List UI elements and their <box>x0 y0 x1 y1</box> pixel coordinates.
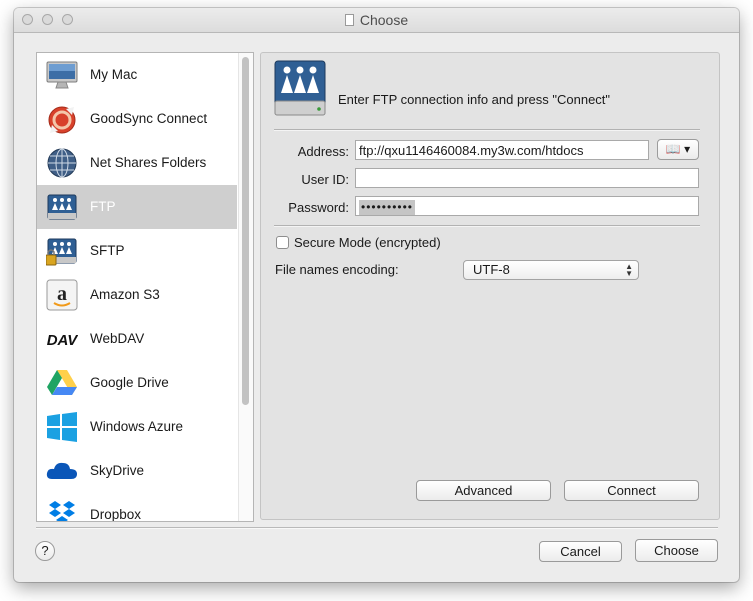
secure-mode-checkbox[interactable] <box>276 236 289 249</box>
sidebar-item-dropbox[interactable]: Dropbox <box>37 493 237 522</box>
google-drive-icon <box>46 367 78 399</box>
dropbox-icon <box>46 499 78 521</box>
ftp-drive-icon <box>273 59 327 120</box>
book-icon: 📖 <box>665 142 681 156</box>
sidebar-item-sftp[interactable]: SFTP <box>37 229 237 273</box>
sidebar-item-my-mac[interactable]: My Mac <box>37 53 237 97</box>
sidebar-scroll-thumb[interactable] <box>242 57 249 405</box>
choose-window: Choose My Mac GoodSync Connect Net Share… <box>14 8 739 582</box>
password-field[interactable]: •••••••••• <box>355 196 699 216</box>
advanced-button[interactable]: Advanced <box>416 480 551 501</box>
ftp-settings-panel: Enter FTP connection info and press "Con… <box>260 52 720 520</box>
encoding-value: UTF-8 <box>473 262 510 277</box>
network-globe-icon <box>46 147 78 179</box>
userid-field[interactable] <box>355 168 699 188</box>
svg-text:a: a <box>57 283 67 305</box>
sftp-drive-icon <box>45 235 78 267</box>
sidebar-item-label: Dropbox <box>90 507 142 522</box>
password-dots: •••••••••• <box>359 200 416 215</box>
sidebar-item-label: Google Drive <box>90 375 169 390</box>
address-label: Address: <box>297 144 349 159</box>
sidebar-item-label: Net Shares Folders <box>90 155 207 170</box>
encoding-label: File names encoding: <box>275 262 399 277</box>
windows-icon <box>46 411 78 443</box>
choose-button[interactable]: Choose <box>635 539 718 562</box>
userid-label: User ID: <box>301 172 349 187</box>
encoding-select[interactable]: UTF-8 ▲ ▼ <box>463 260 639 280</box>
goodsync-icon <box>46 103 78 135</box>
window-title-text: Choose <box>359 12 409 28</box>
sidebar-item-label: Windows Azure <box>90 419 184 434</box>
footer-separator <box>36 527 718 529</box>
sidebar-item-label: FTP <box>90 199 116 214</box>
sidebar-item-label: SkyDrive <box>90 463 145 478</box>
imac-icon <box>46 59 78 91</box>
sidebar-item-label: Amazon S3 <box>90 287 160 302</box>
ftp-drive-icon <box>46 191 78 223</box>
password-label: Password: <box>288 200 349 215</box>
window-title: Choose <box>14 12 739 28</box>
cancel-button[interactable]: Cancel <box>539 541 622 562</box>
select-arrows-icon: ▲ ▼ <box>625 262 633 278</box>
sidebar-item-amazon-s3[interactable]: a Amazon S3 <box>37 273 237 317</box>
skydrive-cloud-icon <box>46 455 78 487</box>
sidebar-item-label: SFTP <box>90 243 125 258</box>
sidebar-item-windows-azure[interactable]: Windows Azure <box>37 405 237 449</box>
bookmarks-button[interactable]: 📖 ▾ <box>657 139 699 160</box>
document-icon <box>344 14 354 26</box>
svg-text:DAV: DAV <box>47 332 78 349</box>
sidebar-item-webdav[interactable]: DAV WebDAV <box>37 317 237 361</box>
help-button[interactable]: ? <box>35 541 55 561</box>
connect-button[interactable]: Connect <box>564 480 699 501</box>
address-field[interactable]: ftp://qxu1146460084.my3w.com/htdocs <box>355 140 649 160</box>
title-bar: Choose <box>14 8 739 33</box>
sidebar-item-google-drive[interactable]: Google Drive <box>37 361 237 405</box>
amazon-icon: a <box>46 279 78 311</box>
location-list: My Mac GoodSync Connect Net Shares Folde… <box>36 52 254 522</box>
sidebar-item-label: GoodSync Connect <box>90 111 208 126</box>
separator <box>274 225 700 227</box>
chevron-down-icon: ▾ <box>684 142 691 156</box>
sidebar-item-skydrive[interactable]: SkyDrive <box>37 449 237 493</box>
sidebar-item-goodsync-connect[interactable]: GoodSync Connect <box>37 97 237 141</box>
sidebar-item-ftp[interactable]: FTP <box>37 185 237 229</box>
secure-mode-label[interactable]: Secure Mode (encrypted) <box>294 235 441 250</box>
separator <box>274 129 700 131</box>
sidebar-item-net-shares-folders[interactable]: Net Shares Folders <box>37 141 237 185</box>
sidebar-item-label: My Mac <box>90 67 138 82</box>
instruction-text: Enter FTP connection info and press "Con… <box>338 92 611 107</box>
sidebar-item-label: WebDAV <box>90 331 145 346</box>
webdav-icon: DAV <box>46 323 80 355</box>
